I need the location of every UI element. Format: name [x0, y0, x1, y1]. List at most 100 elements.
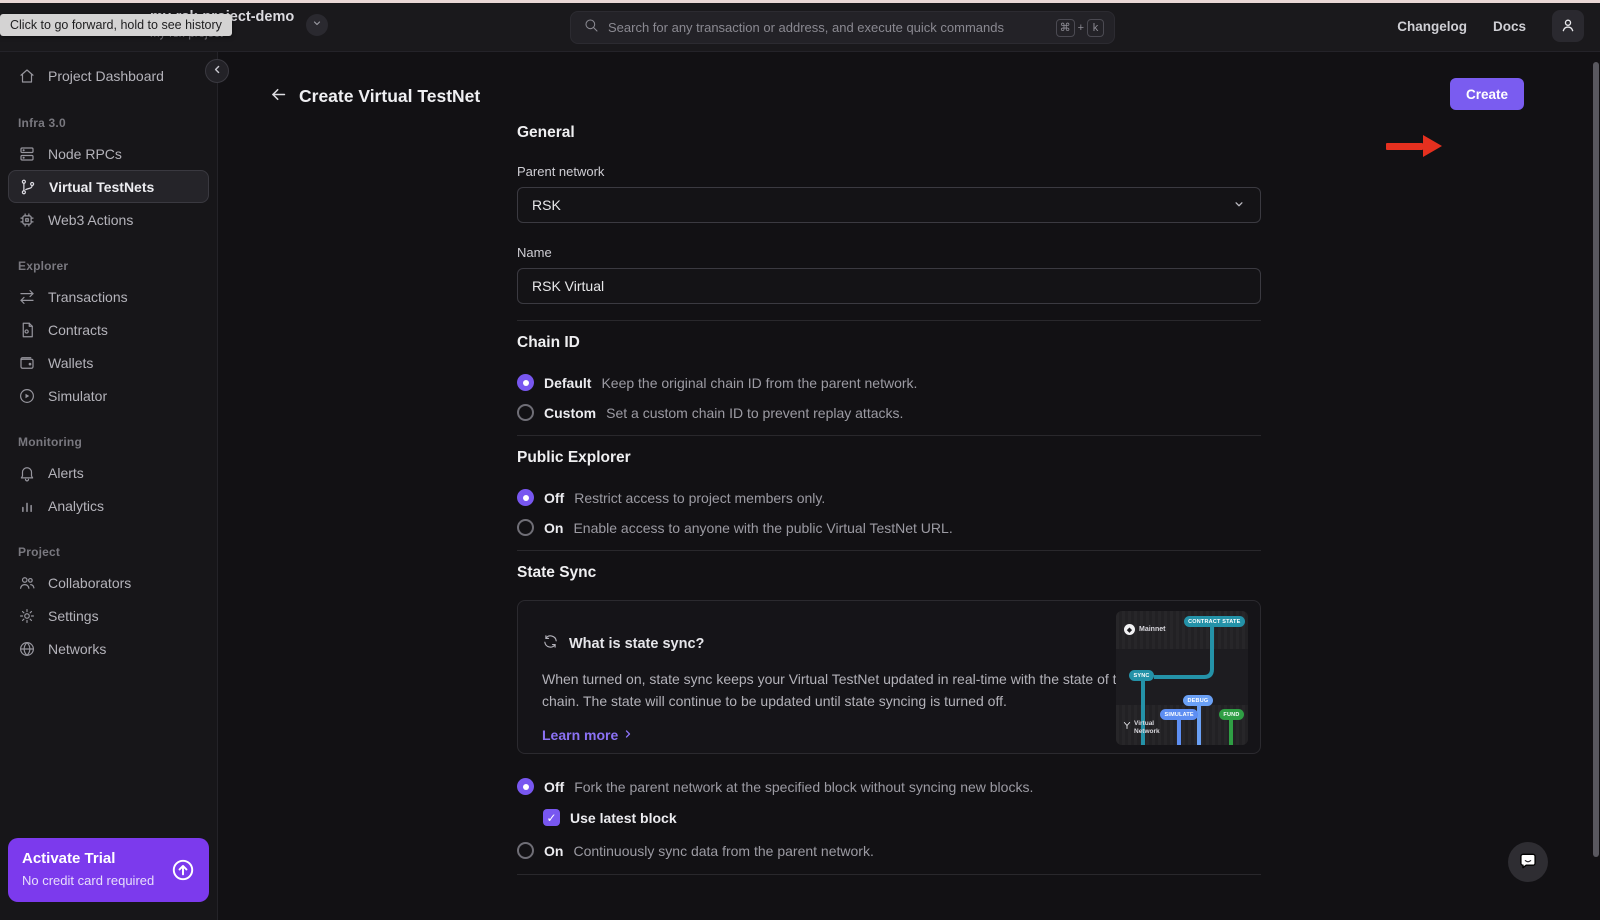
checkbox-label: Use latest block	[570, 810, 677, 826]
sidebar-section-project: Project	[18, 545, 199, 559]
parent-network-label: Parent network	[517, 164, 1261, 179]
checkbox-checked-icon[interactable]	[543, 809, 560, 826]
sidebar-item-label: Analytics	[48, 498, 104, 514]
learn-more-link[interactable]: Learn more	[542, 727, 634, 743]
sidebar-item-web3-actions[interactable]: Web3 Actions	[0, 203, 217, 236]
sidebar-item-label: Transactions	[48, 289, 128, 305]
state-sync-option-off[interactable]: Off Fork the parent network at the speci…	[517, 778, 1261, 795]
history-tooltip: Click to go forward, hold to see history	[0, 14, 232, 36]
option-label: Default	[544, 375, 591, 391]
sidebar-item-label: Collaborators	[48, 575, 131, 591]
contract-state-badge: CONTRACT STATE	[1184, 616, 1245, 627]
back-button[interactable]	[264, 82, 292, 110]
chat-widget-button[interactable]	[1508, 842, 1548, 882]
chevron-down-icon	[311, 17, 323, 32]
gear-icon	[18, 607, 36, 625]
radio-unselected-icon[interactable]	[517, 519, 534, 536]
sidebar-item-label: Contracts	[48, 322, 108, 338]
chain-id-option-default[interactable]: Default Keep the original chain ID from …	[517, 374, 1261, 391]
arrow-left-icon	[269, 85, 288, 107]
state-sync-info-title: What is state sync?	[569, 636, 704, 652]
state-sync-info-body: When turned on, state sync keeps your Vi…	[542, 668, 1190, 712]
option-label: On	[544, 843, 563, 859]
radio-selected-icon[interactable]	[517, 374, 534, 391]
sync-arrows-icon	[542, 633, 559, 655]
sidebar-item-simulator[interactable]: Simulator	[0, 379, 217, 412]
option-label: Custom	[544, 405, 596, 421]
sidebar-item-contracts[interactable]: Contracts	[0, 313, 217, 346]
public-explorer-option-off[interactable]: Off Restrict access to project members o…	[517, 489, 1261, 506]
state-sync-diagram: CONTRACT STATE SYNC DEBUG SIMULATE FUND …	[1116, 611, 1248, 745]
sidebar-collapse-button[interactable]	[205, 59, 229, 83]
topbar-links: Changelog Docs	[1397, 0, 1584, 52]
sidebar-item-analytics[interactable]: Analytics	[0, 489, 217, 522]
state-sync-option-on[interactable]: On Continuously sync data from the paren…	[517, 842, 1261, 859]
radio-unselected-icon[interactable]	[517, 404, 534, 421]
fork-icon	[1123, 721, 1131, 730]
name-input[interactable]	[517, 268, 1261, 304]
sidebar-item-label: Virtual TestNets	[49, 179, 154, 195]
sync-badge: SYNC	[1129, 670, 1154, 681]
sidebar-section-infra: Infra 3.0	[18, 116, 199, 130]
option-label: Off	[544, 779, 564, 795]
general-heading: General	[517, 124, 1261, 142]
use-latest-block-option[interactable]: Use latest block	[543, 809, 1261, 826]
sidebar-item-label: Web3 Actions	[48, 212, 133, 228]
global-search[interactable]: ⌘ + k	[570, 11, 1115, 44]
parent-network-select[interactable]: RSK	[517, 187, 1261, 223]
sidebar-item-label: Settings	[48, 608, 99, 624]
name-label: Name	[517, 245, 1261, 260]
sidebar-item-label: Alerts	[48, 465, 84, 481]
project-dropdown-button[interactable]	[306, 14, 328, 36]
divider	[517, 435, 1261, 436]
sidebar-item-settings[interactable]: Settings	[0, 599, 217, 632]
state-sync-info-card: What is state sync? When turned on, stat…	[517, 600, 1261, 754]
sidebar-item-collaborators[interactable]: Collaborators	[0, 566, 217, 599]
radio-selected-icon[interactable]	[517, 778, 534, 795]
public-explorer-option-on[interactable]: On Enable access to anyone with the publ…	[517, 519, 1261, 536]
sidebar-item-node-rpcs[interactable]: Node RPCs	[0, 137, 217, 170]
option-description: Keep the original chain ID from the pare…	[601, 375, 917, 391]
globe-icon	[18, 640, 36, 658]
user-menu-button[interactable]	[1552, 10, 1584, 42]
radio-unselected-icon[interactable]	[517, 842, 534, 859]
search-input[interactable]	[608, 20, 1047, 35]
learn-more-label: Learn more	[542, 727, 618, 743]
sidebar-item-networks[interactable]: Networks	[0, 632, 217, 665]
search-shortcut: ⌘ + k	[1056, 19, 1104, 37]
fund-badge: FUND	[1219, 709, 1244, 720]
chat-bubble-icon	[1518, 851, 1538, 874]
public-explorer-heading: Public Explorer	[517, 449, 1261, 467]
sidebar-item-wallets[interactable]: Wallets	[0, 346, 217, 379]
divider	[517, 550, 1261, 551]
chevron-left-icon	[211, 63, 224, 79]
diagram-virtual-network-label: Virtual Network	[1123, 720, 1164, 736]
sidebar-item-virtual-testnets[interactable]: Virtual TestNets	[8, 170, 209, 203]
search-icon	[583, 17, 599, 38]
divider	[517, 874, 1261, 875]
chevron-right-icon	[622, 727, 634, 743]
contract-file-icon	[18, 321, 36, 339]
debug-badge: DEBUG	[1183, 695, 1213, 706]
server-icon	[18, 145, 36, 163]
create-button[interactable]: Create	[1450, 78, 1524, 110]
plus-sign: +	[1078, 22, 1084, 34]
sidebar-item-label: Node RPCs	[48, 146, 122, 162]
sidebar-item-label: Simulator	[48, 388, 107, 404]
radio-selected-icon[interactable]	[517, 489, 534, 506]
sidebar-item-alerts[interactable]: Alerts	[0, 456, 217, 489]
sidebar-item-transactions[interactable]: Transactions	[0, 280, 217, 313]
option-description: Fork the parent network at the specified…	[574, 779, 1033, 795]
cmd-key: ⌘	[1056, 19, 1075, 37]
annotation-red-arrow	[1386, 135, 1442, 157]
git-fork-icon	[19, 178, 37, 196]
activate-trial-card[interactable]: Activate Trial No credit card required	[8, 838, 209, 902]
chain-id-option-custom[interactable]: Custom Set a custom chain ID to prevent …	[517, 404, 1261, 421]
users-icon	[18, 574, 36, 592]
sidebar-item-project-dashboard[interactable]: Project Dashboard	[0, 59, 217, 93]
ethereum-icon: ◆	[1124, 624, 1135, 635]
vertical-scrollbar[interactable]	[1593, 62, 1599, 857]
changelog-link[interactable]: Changelog	[1397, 19, 1467, 34]
docs-link[interactable]: Docs	[1493, 19, 1526, 34]
topbar: my-rsk-project-demo my-rsk-project Click…	[0, 0, 1600, 52]
